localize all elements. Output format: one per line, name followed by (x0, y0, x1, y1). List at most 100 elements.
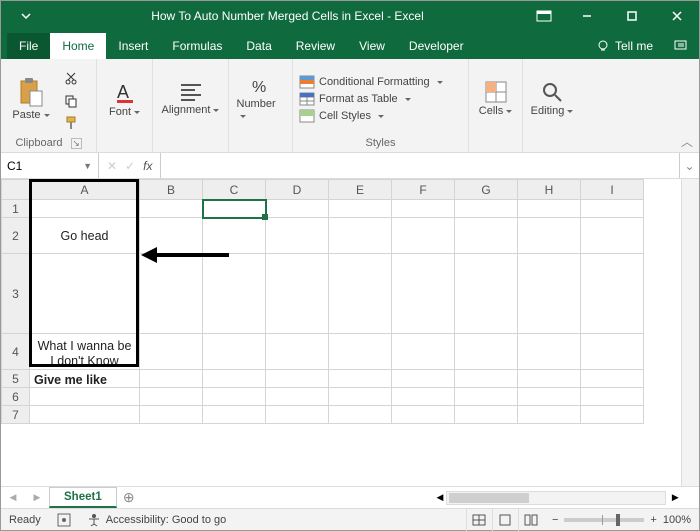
svg-text:%: % (252, 79, 266, 96)
group-clipboard: Paste Clipboard↘ (1, 59, 97, 152)
formula-input[interactable] (161, 153, 679, 178)
horizontal-scrollbar[interactable] (446, 491, 666, 505)
cell-G1[interactable] (455, 200, 518, 218)
tab-formulas[interactable]: Formulas (160, 33, 234, 59)
row-header-5[interactable]: 5 (2, 370, 30, 388)
status-mode: Ready (1, 514, 49, 526)
tab-home[interactable]: Home (50, 33, 106, 59)
cell-A4[interactable]: What I wanna be I don't Know (30, 334, 140, 370)
col-header-H[interactable]: H (518, 180, 581, 200)
expand-formula-bar[interactable]: ⌄ (679, 153, 699, 178)
conditional-formatting-button[interactable]: Conditional Formatting (299, 75, 443, 89)
zoom-in[interactable]: + (650, 514, 656, 526)
format-painter-button[interactable] (61, 114, 81, 132)
hscroll-right[interactable]: ► (670, 492, 681, 504)
tab-insert[interactable]: Insert (106, 33, 160, 59)
lightbulb-icon (596, 39, 610, 53)
paste-button[interactable]: Paste (7, 66, 55, 132)
tab-review[interactable]: Review (284, 33, 347, 59)
row-header-7[interactable]: 7 (2, 406, 30, 424)
select-all-cell[interactable] (2, 180, 30, 200)
col-header-I[interactable]: I (581, 180, 644, 200)
cell-H1[interactable] (518, 200, 581, 218)
editing-button[interactable]: Editing (529, 66, 575, 132)
row-header-4[interactable]: 4 (2, 334, 30, 370)
cell-C1[interactable] (203, 200, 266, 218)
font-button[interactable]: A Font (103, 66, 146, 132)
worksheet-grid[interactable]: A B C D E F G H I 1 (1, 179, 644, 424)
number-button[interactable]: % Number (237, 66, 285, 132)
zoom-slider[interactable] (564, 518, 644, 522)
cell-I1[interactable] (581, 200, 644, 218)
tab-view[interactable]: View (347, 33, 397, 59)
accessibility-status[interactable]: Accessibility: Good to go (79, 513, 234, 527)
cell-A1[interactable] (30, 200, 140, 218)
name-box[interactable]: C1 ▼ (1, 153, 99, 178)
view-page-break[interactable] (518, 509, 544, 531)
view-page-layout[interactable] (492, 509, 518, 531)
col-header-A[interactable]: A (30, 180, 140, 200)
zoom-level[interactable]: 100% (663, 514, 691, 526)
zoom-controls: − + 100% (544, 514, 699, 526)
col-header-E[interactable]: E (329, 180, 392, 200)
vertical-scrollbar[interactable] (681, 179, 699, 486)
table-icon (299, 92, 315, 106)
row-header-3[interactable]: 3 (2, 254, 30, 334)
macro-record[interactable] (49, 513, 79, 527)
ribbon: Paste Clipboard↘ A Font (1, 59, 699, 153)
hscroll-left[interactable]: ◄ (434, 492, 445, 504)
cell-A2[interactable]: Go head (30, 218, 140, 254)
new-sheet-button[interactable]: ⊕ (117, 489, 141, 506)
collapse-ribbon[interactable]: ︿ (681, 133, 693, 150)
maximize-button[interactable] (609, 1, 654, 31)
col-header-C[interactable]: C (203, 180, 266, 200)
copy-button[interactable] (61, 92, 81, 110)
col-header-D[interactable]: D (266, 180, 329, 200)
grid-view-icon (472, 514, 486, 526)
cells-icon (485, 81, 507, 103)
tab-file[interactable]: File (7, 33, 50, 59)
cell-B1[interactable] (140, 200, 203, 218)
cell-A3[interactable] (30, 254, 140, 334)
group-cells: Cells (469, 59, 523, 152)
cell-F1[interactable] (392, 200, 455, 218)
cell-D1[interactable] (266, 200, 329, 218)
tab-developer[interactable]: Developer (397, 33, 476, 59)
cells-button[interactable]: Cells (475, 66, 516, 132)
minimize-button[interactable] (564, 1, 609, 31)
cut-button[interactable] (61, 70, 81, 88)
tell-me[interactable]: Tell me (584, 33, 665, 59)
sheet-tab-bar: ◄ ► Sheet1 ⊕ ◄ ► (1, 486, 699, 508)
close-button[interactable] (654, 1, 699, 31)
cell-E1[interactable] (329, 200, 392, 218)
tab-data[interactable]: Data (234, 33, 283, 59)
cell-A5[interactable]: Give me like (30, 370, 140, 388)
qat-customize[interactable] (1, 10, 51, 22)
row-header-6[interactable]: 6 (2, 388, 30, 406)
insert-function[interactable]: fx (143, 159, 152, 173)
clipboard-launcher[interactable]: ↘ (71, 138, 82, 149)
sheet-nav-next[interactable]: ► (25, 487, 49, 509)
cell-A4-line1: What I wanna be (34, 339, 135, 354)
excel-window: How To Auto Number Merged Cells in Excel… (0, 0, 700, 531)
format-as-table-button[interactable]: Format as Table (299, 92, 443, 106)
cell-styles-button[interactable]: Cell Styles (299, 109, 443, 123)
alignment-button[interactable]: Alignment (159, 66, 222, 132)
cancel-formula[interactable]: ✕ (107, 159, 117, 173)
view-normal[interactable] (466, 509, 492, 531)
zoom-out[interactable]: − (552, 514, 558, 526)
sheet-nav-prev[interactable]: ◄ (1, 487, 25, 509)
row-header-1[interactable]: 1 (2, 200, 30, 218)
enter-formula[interactable]: ✓ (125, 159, 135, 173)
cells-label: Cells (479, 105, 512, 117)
alignment-icon (179, 82, 203, 102)
sheet-tab-active[interactable]: Sheet1 (49, 487, 117, 508)
col-header-B[interactable]: B (140, 180, 203, 200)
brush-icon (64, 116, 78, 130)
editing-label: Editing (531, 105, 574, 117)
share-button[interactable] (665, 31, 699, 59)
row-header-2[interactable]: 2 (2, 218, 30, 254)
col-header-F[interactable]: F (392, 180, 455, 200)
ribbon-display-options[interactable] (524, 10, 564, 22)
col-header-G[interactable]: G (455, 180, 518, 200)
